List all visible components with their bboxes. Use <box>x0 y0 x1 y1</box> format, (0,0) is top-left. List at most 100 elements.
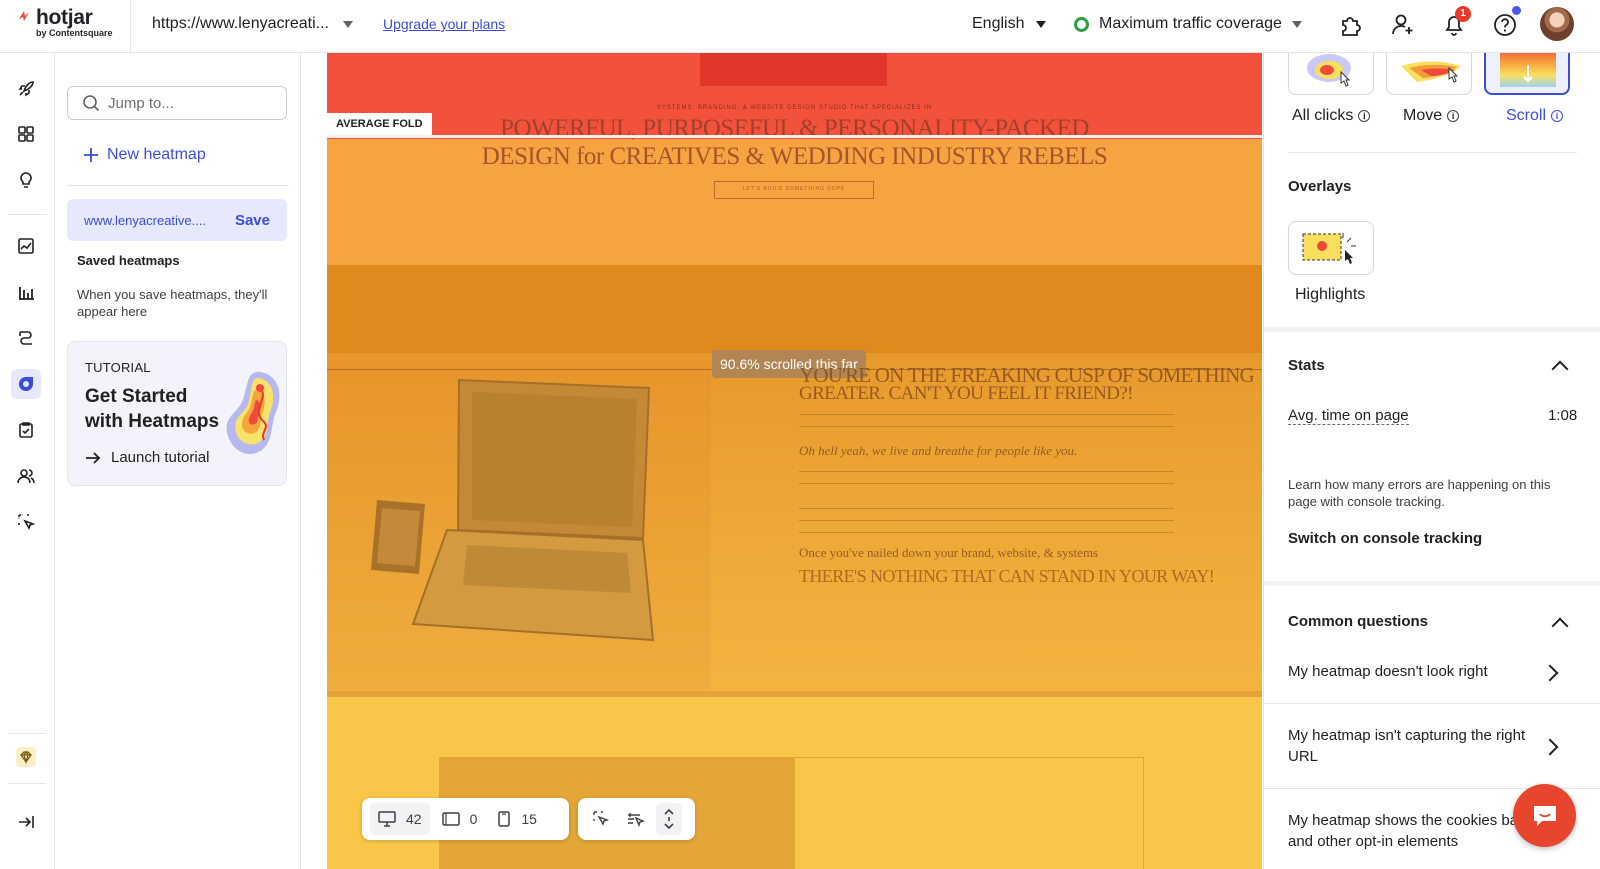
help-indicator-dot <box>1512 6 1521 15</box>
diamond-icon[interactable] <box>11 742 41 772</box>
device-toolbar: 42 0 15 <box>362 798 569 840</box>
info-icon[interactable]: i <box>1447 110 1460 122</box>
desktop-device-button[interactable]: 42 <box>370 803 430 835</box>
move-heat-icon <box>1401 61 1461 83</box>
all-clicks-text: All clicks <box>1292 107 1354 124</box>
avg-time-row: Avg. time on page <box>1288 407 1409 425</box>
site-text-line <box>799 483 1174 484</box>
notification-badge: 1 <box>1455 6 1471 22</box>
search-icon <box>83 95 100 112</box>
info-icon[interactable]: i <box>1551 110 1564 122</box>
chevron-down-icon <box>342 20 353 28</box>
upgrade-link[interactable]: Upgrade your plans <box>383 16 505 32</box>
funnel-icon[interactable] <box>11 323 41 353</box>
avatar[interactable] <box>1540 7 1574 41</box>
scroll-mode-card[interactable] <box>1484 53 1570 95</box>
site-text-line <box>799 426 1174 427</box>
laptop-photo <box>327 360 711 690</box>
puzzle-icon[interactable] <box>1338 12 1364 38</box>
help-icon[interactable] <box>1492 12 1518 38</box>
site-headline-line-2: DESIGN for CREATIVES & WEDDING INDUSTRY … <box>481 143 1108 170</box>
site-text-line <box>799 532 1174 533</box>
site-hero-image <box>700 53 887 86</box>
scroll-resize-button[interactable] <box>656 803 682 835</box>
avg-time-value: 1:08 <box>1548 407 1578 424</box>
topbar-divider <box>130 0 131 53</box>
desktop-icon <box>378 811 396 827</box>
settings-panel: All clicks i Move i Scroll i Overlays Hi… <box>1263 53 1600 869</box>
heatmaps-icon[interactable] <box>11 369 41 399</box>
surveys-icon[interactable] <box>11 415 41 445</box>
section-divider <box>1264 581 1600 586</box>
highlights-overlay-card[interactable] <box>1288 221 1374 275</box>
tablet-device-button[interactable]: 0 <box>434 803 486 835</box>
save-button[interactable]: Save <box>235 212 270 229</box>
section-headline-line-2: GREATER. CAN'T YOU FEEL IT FRIEND?! <box>799 383 1134 404</box>
launch-tutorial-label: Launch tutorial <box>111 449 210 466</box>
chevron-up-icon[interactable] <box>1551 360 1569 378</box>
avg-time-label: Avg. time on page <box>1288 407 1409 425</box>
tutorial-card[interactable]: TUTORIAL Get Started with Heatmaps Launc… <box>67 341 287 486</box>
move-mode-card[interactable] <box>1386 53 1472 95</box>
rocket-icon[interactable] <box>11 74 41 104</box>
chat-icon <box>1533 805 1556 826</box>
language-select[interactable]: English <box>972 15 1047 33</box>
coverage-value: Maximum traffic coverage <box>1099 15 1282 32</box>
highlights-label: Highlights <box>1295 286 1366 303</box>
faq-item[interactable]: My heatmap isn't capturing the right URL <box>1288 725 1558 767</box>
current-heatmap-item[interactable]: www.lenyacreative.... Save <box>67 199 287 241</box>
hotjar-flame-icon <box>19 11 29 21</box>
saved-heatmaps-title: Saved heatmaps <box>77 253 180 268</box>
recordings-icon[interactable] <box>11 507 41 537</box>
move-text: Move <box>1403 107 1443 124</box>
collapse-icon[interactable] <box>11 807 41 837</box>
section-divider <box>1264 327 1600 332</box>
plus-icon <box>84 148 98 162</box>
trends-icon[interactable] <box>11 231 41 261</box>
site-tagline: SYSTEMS, BRANDING, & WEBSITE DESIGN STUD… <box>656 105 933 111</box>
add-user-icon[interactable] <box>1390 12 1416 38</box>
site-text-line <box>799 508 1174 509</box>
new-heatmap-button[interactable]: New heatmap <box>83 146 206 164</box>
nav-divider <box>8 783 46 784</box>
hotjar-logo[interactable]: hotjar by Contentsquare <box>16 6 113 38</box>
traffic-coverage-select[interactable]: Maximum traffic coverage <box>1074 15 1302 33</box>
site-text-line <box>799 471 1174 472</box>
desktop-count: 42 <box>406 811 422 827</box>
site-url-select[interactable]: https://www.lenyacreati... <box>152 15 353 33</box>
mobile-device-button[interactable]: 15 <box>489 803 545 835</box>
users-icon[interactable] <box>11 461 41 491</box>
info-icon[interactable]: i <box>1358 110 1371 122</box>
click-filter-button[interactable] <box>586 803 616 835</box>
launch-tutorial-button[interactable]: Launch tutorial <box>85 449 209 466</box>
arrow-right-icon <box>86 451 101 464</box>
language-value: English <box>972 15 1025 32</box>
chevron-up-icon[interactable] <box>1551 617 1569 635</box>
bar-chart-icon[interactable] <box>11 277 41 307</box>
jump-to-search[interactable] <box>67 86 287 120</box>
scroll-label[interactable]: Scroll i <box>1506 107 1564 125</box>
mobile-count: 15 <box>521 811 537 827</box>
chat-button[interactable] <box>1513 784 1576 847</box>
search-input[interactable] <box>108 94 268 112</box>
coverage-status-icon <box>1074 16 1089 32</box>
stats-title: Stats <box>1288 357 1325 374</box>
switch-console-tracking-link[interactable]: Switch on console tracking <box>1288 530 1482 547</box>
nav-divider <box>8 214 46 215</box>
lightbulb-icon[interactable] <box>11 164 41 194</box>
faq-item[interactable]: My heatmap doesn't look right <box>1288 661 1558 682</box>
nav-divider <box>8 733 46 734</box>
heatmap-preview[interactable]: SYSTEMS, BRANDING, & WEBSITE DESIGN STUD… <box>327 53 1262 869</box>
common-questions-title: Common questions <box>1288 613 1429 630</box>
logo-text: hotjar <box>36 6 93 29</box>
element-list-button[interactable] <box>620 803 652 835</box>
move-label[interactable]: Move i <box>1403 107 1460 125</box>
logo-subtitle: by Contentsquare <box>36 28 113 38</box>
tablet-count: 0 <box>469 811 478 827</box>
all-clicks-label[interactable]: All clicks i <box>1292 107 1371 125</box>
click-heat-icon <box>1307 54 1351 87</box>
all-clicks-mode-card[interactable] <box>1288 53 1374 95</box>
dashboard-icon[interactable] <box>11 119 41 149</box>
tutorial-label: TUTORIAL <box>85 360 151 375</box>
scroll-text: Scroll <box>1506 107 1547 124</box>
